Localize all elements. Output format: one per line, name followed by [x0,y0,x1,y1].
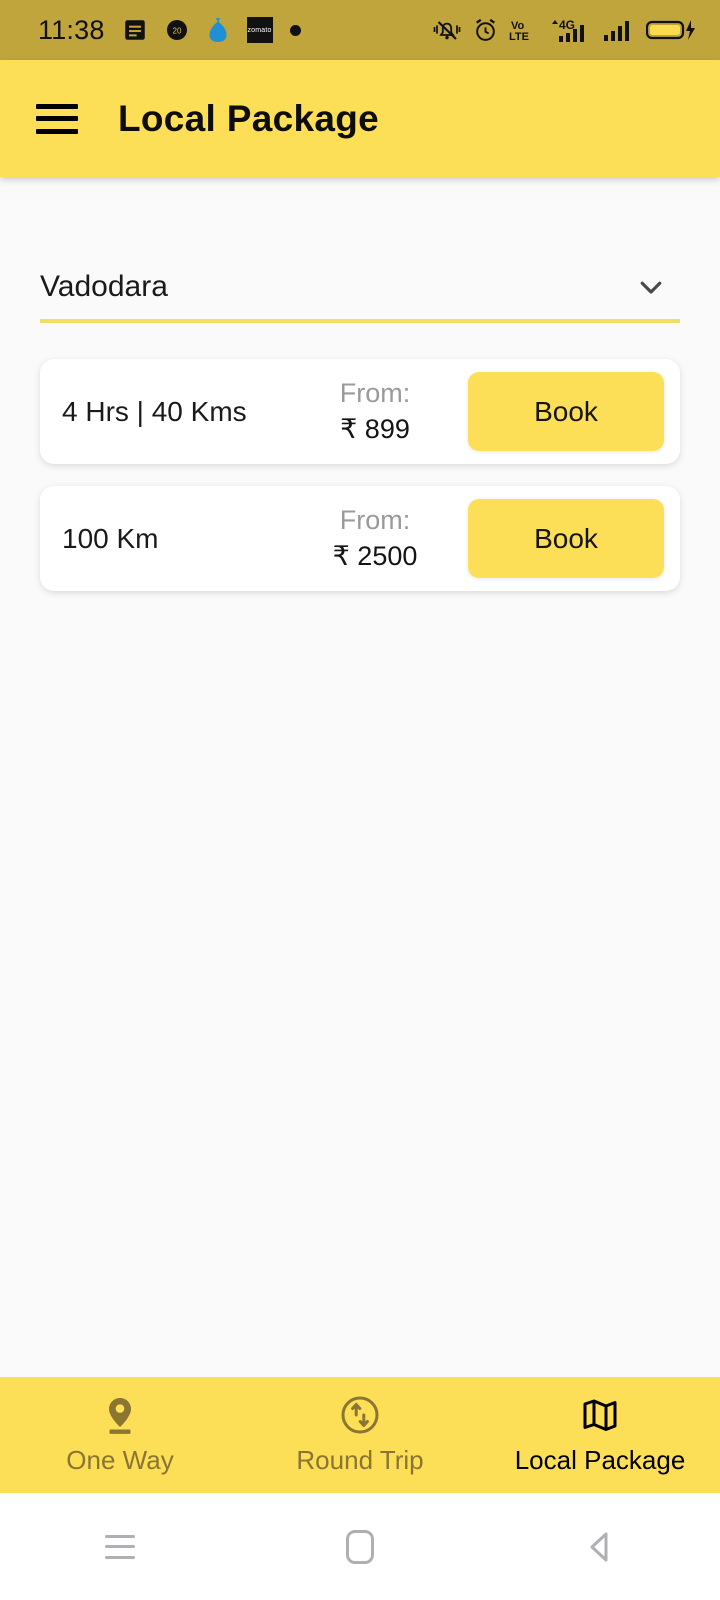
book-button[interactable]: Book [468,372,664,451]
package-price: ₹ 2500 [332,540,418,571]
circle-badge-icon: 20 [165,18,189,42]
status-bar-left: 11:38 20 zomato [38,15,301,46]
nav-item-one-way[interactable]: One Way [0,1377,240,1493]
money-bag-icon [206,16,230,44]
package-price-block: From: ₹ 2500 [282,503,468,574]
book-button[interactable]: Book [468,499,664,578]
status-bar-right: Vo LTE 4G [432,16,698,44]
back-icon[interactable] [540,1493,660,1600]
home-icon[interactable] [300,1493,420,1600]
bottom-navigation: One Way Round Trip Local Package [0,1377,720,1493]
battery-charging-icon [646,17,698,43]
nav-item-round-trip[interactable]: Round Trip [240,1377,480,1493]
svg-text:20: 20 [172,27,181,36]
dot-icon [289,24,301,36]
page-title: Local Package [118,97,379,139]
package-price-block: From: ₹ 899 [282,376,468,447]
app-root: 11:38 20 zomato Vo LTE 4G Local Package … [0,0,720,1600]
recents-icon[interactable] [60,1493,180,1600]
nav-label-local-package: Local Package [514,1445,686,1475]
signal-bars-icon [603,18,635,42]
round-trip-arrows-icon [339,1394,381,1436]
package-duration: 100 Km [62,522,159,554]
nav-label-round-trip: Round Trip [296,1445,424,1475]
package-price: ₹ 899 [340,413,410,444]
city-dropdown[interactable]: Vadodara [40,255,680,323]
package-card[interactable]: 4 Hrs | 40 Kms From: ₹ 899 Book [40,359,680,464]
zomato-icon: zomato [246,17,273,43]
package-from-label: From: [339,504,411,535]
svg-text:4G: 4G [559,18,575,32]
status-bar-clock: 11:38 [38,14,105,45]
map-icon [579,1394,621,1436]
main-content: Vadodara 4 Hrs | 40 Kms From: ₹ 899 Book… [0,177,720,1377]
package-from-label: From: [339,377,411,408]
nav-item-local-package[interactable]: Local Package [480,1377,720,1493]
location-pin-icon [100,1394,140,1436]
status-bar: 11:38 20 zomato Vo LTE 4G [0,0,720,60]
package-list: 4 Hrs | 40 Kms From: ₹ 899 Book 100 Km F… [40,359,680,591]
volte-icon: Vo LTE [509,17,537,43]
hamburger-menu-icon[interactable] [36,103,78,134]
vibrate-mute-icon [432,17,462,43]
android-system-nav [0,1493,720,1600]
package-duration: 4 Hrs | 40 Kms [62,395,247,427]
message-icon [122,17,148,43]
svg-text:LTE: LTE [509,31,529,43]
alarm-clock-icon [473,18,498,43]
package-card[interactable]: 100 Km From: ₹ 2500 Book [40,486,680,591]
signal-4g-icon: 4G [548,16,592,44]
city-dropdown-value: Vadodara [40,270,168,303]
chevron-down-icon [636,272,666,302]
nav-label-one-way: One Way [66,1445,174,1475]
app-bar: Local Package [0,60,720,177]
